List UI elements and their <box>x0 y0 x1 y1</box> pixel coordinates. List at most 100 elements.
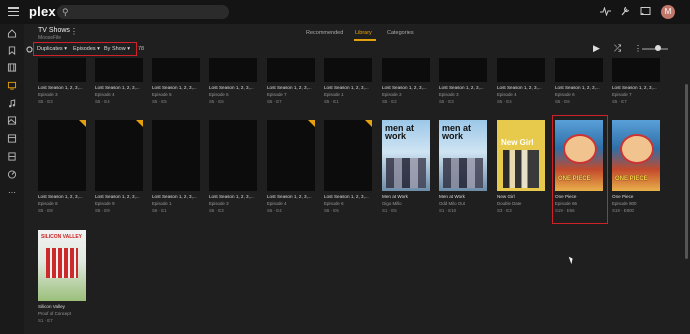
episode-title[interactable]: Double Date <box>497 201 521 206</box>
episode-show-title[interactable]: Lost Season 1, 2, 3,... <box>38 194 83 199</box>
episode-title[interactable]: Episode 7 <box>612 92 632 97</box>
wrench-icon[interactable] <box>620 6 630 17</box>
episode-poster[interactable] <box>382 58 430 82</box>
episode-show-title[interactable]: Lost Season 1, 2, 3,... <box>382 85 427 90</box>
episode-show-title[interactable]: Men at Work <box>382 194 408 199</box>
episode-show-title[interactable]: Lost Season 1, 2, 3,... <box>612 85 657 90</box>
tv-icon[interactable] <box>7 81 17 90</box>
plex-logo[interactable]: plex <box>29 4 56 19</box>
library-title[interactable]: TV Shows <box>38 27 70 34</box>
episode-poster[interactable] <box>439 58 487 82</box>
episode-title[interactable]: Episode 3 <box>439 92 459 97</box>
episode-poster[interactable] <box>267 58 315 82</box>
episode-poster[interactable]: New Girl <box>497 120 545 191</box>
episode-poster[interactable] <box>267 120 315 191</box>
active-tab-indicator <box>354 39 376 41</box>
episode-poster[interactable] <box>95 58 143 82</box>
episode-show-title[interactable]: Lost Season 1, 2, 3,... <box>324 85 369 90</box>
episode-poster[interactable] <box>152 120 200 191</box>
episode-poster[interactable]: ONE PIECE <box>612 120 660 191</box>
duplicates-filter[interactable]: Duplicates ▾ <box>37 46 67 52</box>
episode-title[interactable]: Episode 800 <box>612 201 636 206</box>
episode-show-title[interactable]: Lost Season 1, 2, 3,... <box>497 85 542 90</box>
avatar[interactable]: M <box>661 5 675 19</box>
episode-title[interactable]: Episode 6 <box>209 92 229 97</box>
episode-show-title[interactable]: One Piece <box>612 194 633 199</box>
by-show-filter[interactable]: By Show ▾ <box>104 46 130 52</box>
episode-show-title[interactable]: Lost Season 1, 2, 3,... <box>267 194 312 199</box>
episode-poster[interactable] <box>324 58 372 82</box>
activity-icon[interactable] <box>600 7 611 16</box>
library-menu-icon[interactable]: ⋮ <box>70 27 78 36</box>
bookmark-icon[interactable] <box>7 46 17 55</box>
episode-poster[interactable] <box>324 120 372 191</box>
episode-title[interactable]: Episode 3 <box>38 92 58 97</box>
episode-show-title[interactable]: Lost Season 1, 2, 3,... <box>209 194 254 199</box>
tab-recommended[interactable]: Recommended <box>306 30 343 36</box>
episode-show-title[interactable]: Lost Season 1, 2, 3,... <box>95 85 140 90</box>
episode-show-title[interactable]: Lost Season 1, 2, 3,... <box>267 85 312 90</box>
episode-title[interactable]: Episode 7 <box>267 92 287 97</box>
home-icon[interactable] <box>7 29 17 38</box>
episode-title[interactable]: Gigo Millo <box>382 201 402 206</box>
episode-poster[interactable] <box>152 58 200 82</box>
episode-title[interactable]: Episode 5 <box>152 92 172 97</box>
episode-title[interactable]: Episode 2 <box>382 92 402 97</box>
episode-title[interactable]: Proof of Concept <box>38 311 71 316</box>
episode-poster[interactable] <box>209 120 257 191</box>
tab-library[interactable]: Library <box>355 30 372 36</box>
episode-show-title[interactable]: Lost Season 1, 2, 3,... <box>38 85 83 90</box>
more-icon[interactable]: ⋯ <box>7 188 17 197</box>
episode-title[interactable]: Episode 6 <box>555 92 575 97</box>
episode-poster[interactable]: men at work <box>382 120 430 191</box>
episode-poster[interactable] <box>95 120 143 191</box>
episode-show-title[interactable]: New Girl <box>497 194 515 199</box>
episode-show-title[interactable]: Lost Season 1, 2, 3,... <box>555 85 600 90</box>
tab-categories[interactable]: Categories <box>387 30 414 36</box>
episode-poster[interactable] <box>209 58 257 82</box>
play-icon[interactable]: ▶ <box>593 43 600 54</box>
episode-title[interactable]: Episode 4 <box>267 201 287 206</box>
scrollbar[interactable] <box>685 84 688 259</box>
episode-title[interactable]: Episode 4 <box>95 92 115 97</box>
episode-poster[interactable] <box>612 58 660 82</box>
cast-icon[interactable] <box>640 6 651 17</box>
episode-show-title[interactable]: Lost Season 1, 2, 3,... <box>209 85 254 90</box>
episode-poster[interactable]: men at work <box>439 120 487 191</box>
episode-title[interactable]: Odd Milo Out <box>439 201 465 206</box>
episode-poster[interactable] <box>555 58 603 82</box>
season-episode-number: S6 · E3 <box>209 208 224 213</box>
episode-show-title[interactable]: Lost Season 1, 2, 3,... <box>152 85 197 90</box>
filter-settings-icon[interactable] <box>26 46 33 53</box>
episode-show-title[interactable]: Lost Season 1, 2, 3,... <box>439 85 484 90</box>
episode-poster[interactable] <box>38 58 86 82</box>
episode-poster[interactable] <box>38 120 86 191</box>
episode-show-title[interactable]: Lost Season 1, 2, 3,... <box>324 194 369 199</box>
episode-title[interactable]: Episode 3 <box>209 201 229 206</box>
episode-show-title[interactable]: Lost Season 1, 2, 3,... <box>152 194 197 199</box>
episodes-filter[interactable]: Episodes ▾ <box>73 46 100 52</box>
slider-handle[interactable] <box>655 45 661 51</box>
film-icon[interactable] <box>7 152 17 161</box>
radar-icon[interactable] <box>7 170 17 179</box>
season-episode-number: S19 · E800 <box>612 208 634 213</box>
episode-title[interactable]: Episode 1 <box>324 92 344 97</box>
menu-icon[interactable] <box>8 7 19 17</box>
episode-show-title[interactable]: Silicon Valley <box>38 304 65 309</box>
music-icon[interactable] <box>7 99 17 108</box>
movies-icon[interactable] <box>7 63 17 72</box>
episode-poster[interactable] <box>497 58 545 82</box>
search-input[interactable]: ⚲ <box>57 5 229 19</box>
episode-title[interactable]: Episode 8 <box>38 201 58 206</box>
episode-title[interactable]: Episode 6 <box>324 201 344 206</box>
episode-title[interactable]: Episode 1 <box>152 201 172 206</box>
photos-icon[interactable] <box>7 116 17 125</box>
episode-poster[interactable]: SILICON VALLEY <box>38 230 86 301</box>
shuffle-icon[interactable]: ⤮ <box>614 43 621 54</box>
video-icon[interactable] <box>7 134 17 143</box>
episode-show-title[interactable]: Lost Season 1, 2, 3,... <box>95 194 140 199</box>
episode-show-title[interactable]: Men at Work <box>439 194 465 199</box>
view-options-icon[interactable]: ⋮ <box>634 44 642 53</box>
episode-title[interactable]: Episode 4 <box>497 92 517 97</box>
episode-title[interactable]: Episode 9 <box>95 201 115 206</box>
